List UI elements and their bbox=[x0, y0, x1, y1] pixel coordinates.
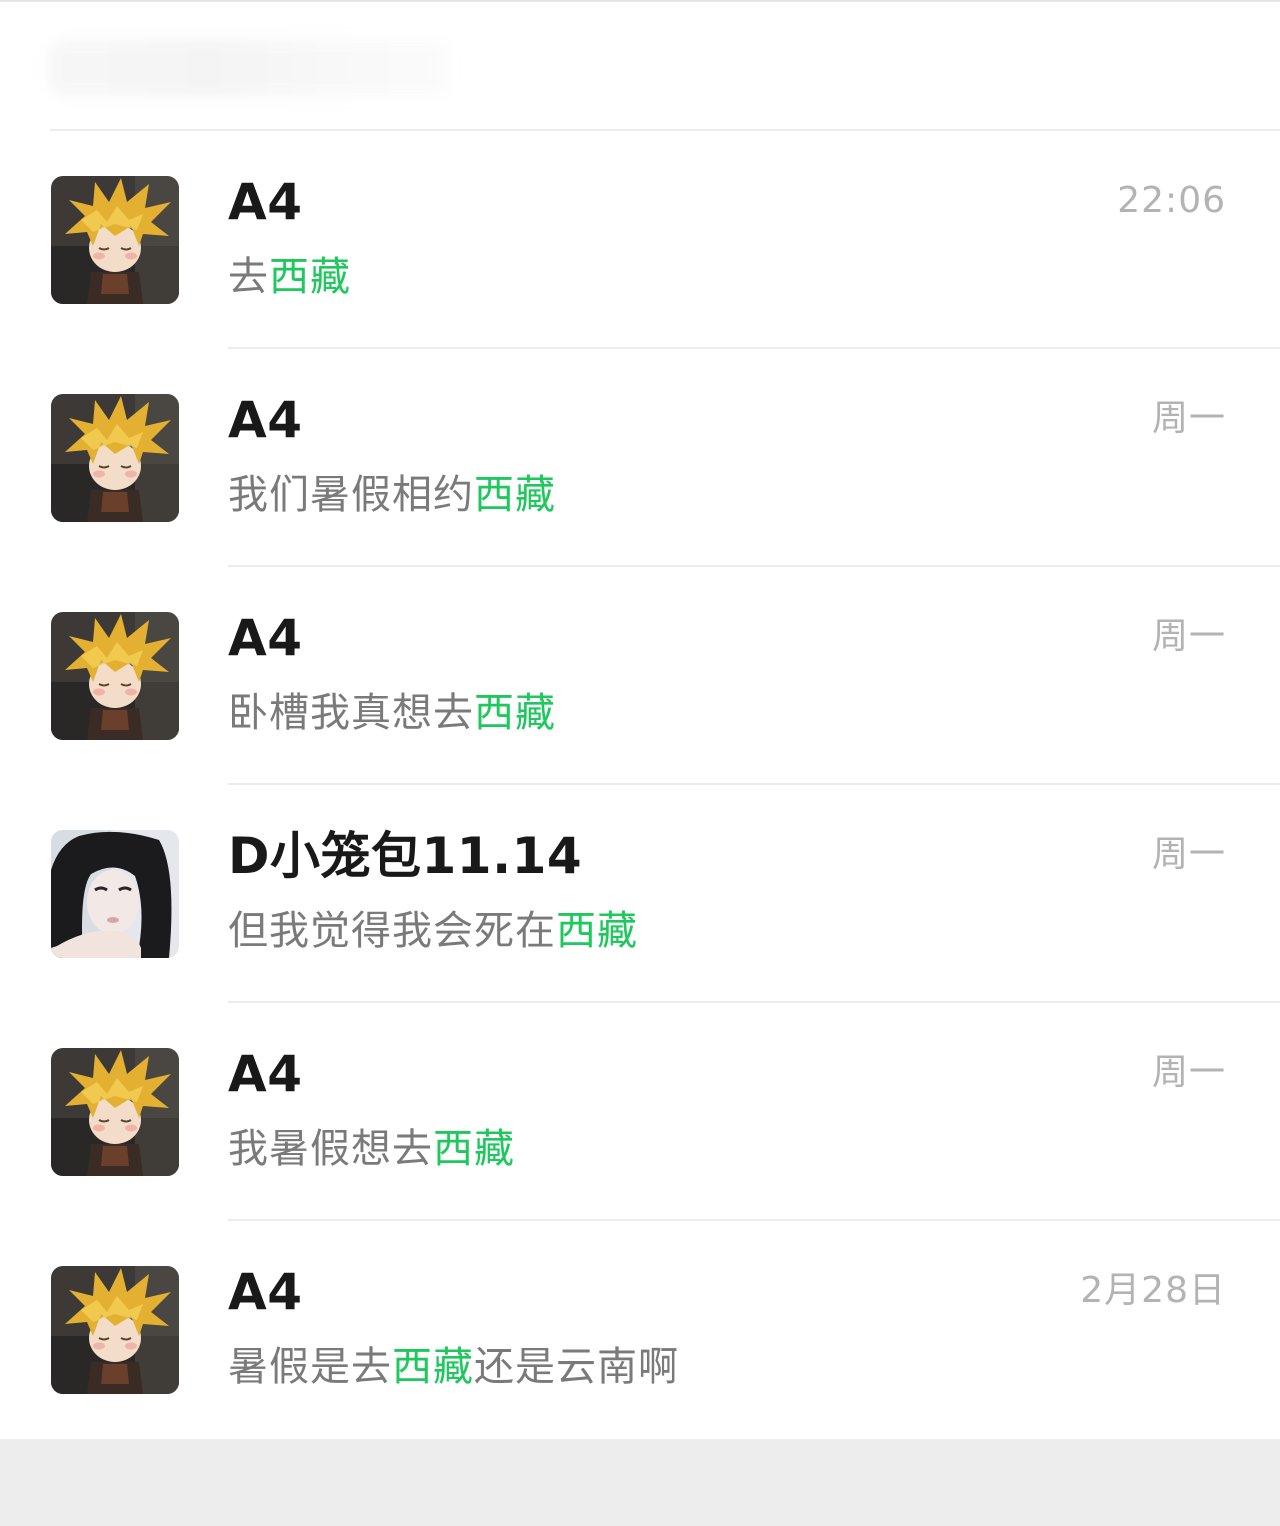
contact-name: A4 bbox=[228, 1263, 303, 1321]
cartoon-avatar-icon bbox=[51, 1266, 179, 1394]
snippet-text: 但我觉得我会死在 bbox=[228, 908, 556, 954]
snippet-text: 我暑假想去 bbox=[228, 1126, 433, 1172]
message-snippet: 但我觉得我会死在西藏 bbox=[228, 905, 638, 957]
cartoon-avatar-icon bbox=[51, 176, 179, 304]
message-snippet: 我暑假想去西藏 bbox=[228, 1123, 515, 1175]
snippet-text: 我们暑假相约 bbox=[228, 472, 474, 518]
bottom-gray-area bbox=[0, 1439, 1280, 1526]
message-time: 2月28日 bbox=[1080, 1270, 1226, 1311]
keyword-highlight: 西藏 bbox=[433, 1126, 515, 1172]
result-row[interactable]: A4 我暑假想去西藏 周一 bbox=[0, 1003, 1280, 1221]
keyword-highlight: 西藏 bbox=[269, 254, 351, 300]
blurred-header-content bbox=[48, 40, 448, 96]
search-results-screen: A4 去西藏 22:06 A4 我们暑假相约西藏 周一 A4 卧槽我真想去西藏 … bbox=[0, 0, 1280, 1526]
snippet-text: 暑假是去 bbox=[228, 1344, 392, 1390]
result-row[interactable]: A4 我们暑假相约西藏 周一 bbox=[0, 349, 1280, 567]
snippet-text: 卧槽我真想去 bbox=[228, 690, 474, 736]
message-time: 周一 bbox=[1151, 398, 1226, 439]
cartoon-avatar-icon bbox=[51, 612, 179, 740]
message-snippet: 卧槽我真想去西藏 bbox=[228, 687, 556, 739]
message-snippet: 去西藏 bbox=[228, 251, 351, 303]
chat-results-list: A4 去西藏 22:06 A4 我们暑假相约西藏 周一 A4 卧槽我真想去西藏 … bbox=[0, 131, 1280, 1439]
keyword-highlight: 西藏 bbox=[556, 908, 638, 954]
result-row[interactable]: A4 去西藏 22:06 bbox=[0, 131, 1280, 349]
keyword-highlight: 西藏 bbox=[474, 690, 556, 736]
result-row[interactable]: A4 暑假是去西藏还是云南啊 2月28日 bbox=[0, 1221, 1280, 1439]
contact-name: A4 bbox=[228, 1045, 303, 1103]
message-time: 22:06 bbox=[1117, 180, 1226, 221]
keyword-highlight: 西藏 bbox=[392, 1344, 474, 1390]
result-row[interactable]: A4 卧槽我真想去西藏 周一 bbox=[0, 567, 1280, 785]
contact-name: A4 bbox=[228, 173, 303, 231]
search-header bbox=[0, 2, 1280, 130]
result-row[interactable]: D小笼包11.14 但我觉得我会死在西藏 周一 bbox=[0, 785, 1280, 1003]
message-snippet: 我们暑假相约西藏 bbox=[228, 469, 556, 521]
message-time: 周一 bbox=[1151, 834, 1226, 875]
message-time: 周一 bbox=[1151, 616, 1226, 657]
cartoon-avatar-icon bbox=[51, 1048, 179, 1176]
contact-name: A4 bbox=[228, 609, 303, 667]
snippet-text: 去 bbox=[228, 254, 269, 300]
snippet-text-after: 还是云南啊 bbox=[474, 1344, 679, 1390]
message-time: 周一 bbox=[1151, 1052, 1226, 1093]
contact-name: A4 bbox=[228, 391, 303, 449]
contact-name: D小笼包11.14 bbox=[228, 827, 583, 885]
message-snippet: 暑假是去西藏还是云南啊 bbox=[228, 1341, 679, 1393]
photo-avatar-icon bbox=[51, 830, 179, 958]
cartoon-avatar-icon bbox=[51, 394, 179, 522]
keyword-highlight: 西藏 bbox=[474, 472, 556, 518]
